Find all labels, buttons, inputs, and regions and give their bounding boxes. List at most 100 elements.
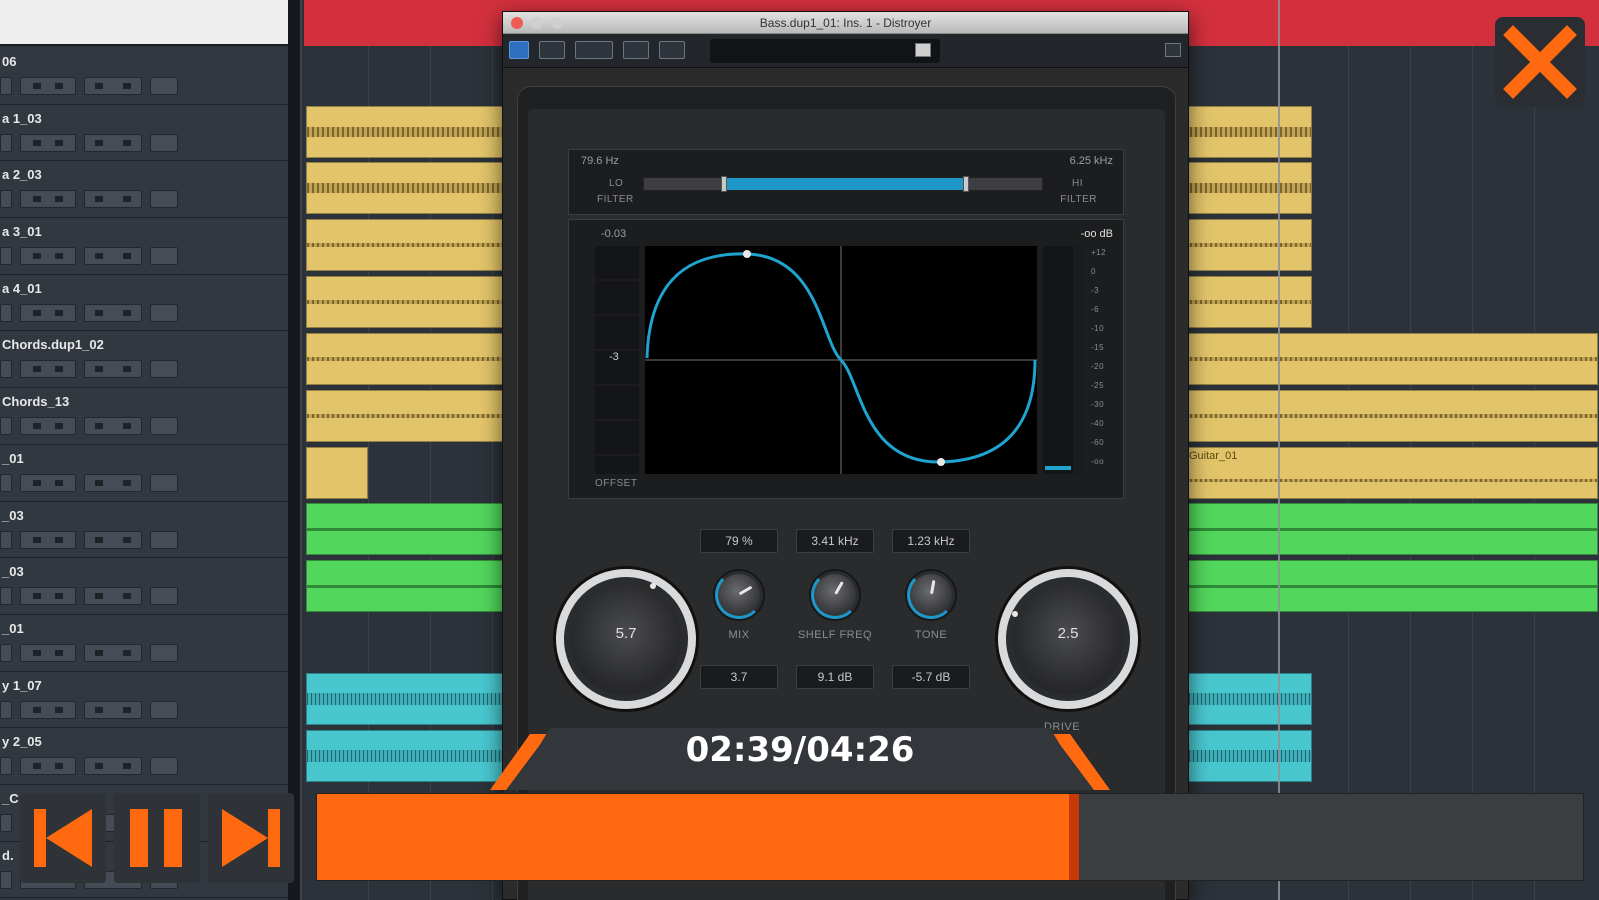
track-read-write-button[interactable] <box>150 360 178 379</box>
plugin-titlebar[interactable]: Bass.dup1_01: Ins. 1 - Distroyer <box>503 12 1188 34</box>
hi-filter-handle[interactable] <box>963 176 970 192</box>
track-row[interactable]: Chords.dup1_02 <box>0 331 288 389</box>
track-edit-button[interactable] <box>0 870 12 889</box>
mute-solo-buttons[interactable] <box>20 247 76 266</box>
audio-clip[interactable] <box>306 447 368 499</box>
record-monitor-buttons[interactable] <box>84 700 142 719</box>
panel-divider[interactable] <box>288 0 302 900</box>
preset-prev-button[interactable] <box>623 41 649 59</box>
track-row[interactable]: _01 <box>0 614 288 672</box>
track-edit-button[interactable] <box>0 530 12 549</box>
mute-solo-buttons[interactable] <box>20 643 76 662</box>
preset-selector[interactable] <box>710 39 940 63</box>
mute-solo-buttons[interactable] <box>20 473 76 492</box>
track-row[interactable]: a 3_01 <box>0 218 288 275</box>
audio-clip[interactable] <box>306 106 506 158</box>
row2-left-readout[interactable]: 3.7 <box>700 665 778 689</box>
track-read-write-button[interactable] <box>150 190 178 209</box>
record-monitor-buttons[interactable] <box>84 247 142 266</box>
audio-clip[interactable] <box>1184 333 1598 385</box>
audio-clip[interactable] <box>306 333 506 385</box>
mute-solo-buttons[interactable] <box>20 77 76 95</box>
track-read-write-button[interactable] <box>150 303 178 322</box>
track-read-write-button[interactable] <box>150 700 178 719</box>
track-row[interactable]: y 2_05 <box>0 728 288 785</box>
track-edit-button[interactable] <box>0 757 12 776</box>
track-read-write-button[interactable] <box>150 133 178 152</box>
track-edit-button[interactable] <box>0 303 12 322</box>
row2-right-readout[interactable]: -5.7 dB <box>892 665 970 689</box>
audio-clip-guitar[interactable]: Guitar_01 <box>1184 447 1598 499</box>
audio-clip[interactable] <box>306 276 506 328</box>
track-edit-button[interactable] <box>0 813 12 832</box>
track-read-write-button[interactable] <box>150 587 178 606</box>
playhead-line[interactable] <box>1278 0 1280 900</box>
audio-clip[interactable] <box>1184 503 1598 555</box>
track-edit-button[interactable] <box>0 473 12 492</box>
record-monitor-buttons[interactable] <box>84 757 142 776</box>
audio-clip[interactable] <box>1184 276 1312 328</box>
audio-clip[interactable] <box>1184 106 1312 158</box>
record-monitor-buttons[interactable] <box>84 303 142 322</box>
track-read-write-button[interactable] <box>150 757 178 776</box>
tone-readout[interactable]: 1.23 kHz <box>892 529 970 553</box>
drive-knob[interactable]: 2.5 <box>998 569 1138 709</box>
audio-clip[interactable] <box>306 560 506 612</box>
progress-bar[interactable] <box>316 793 1584 881</box>
audio-clip[interactable] <box>306 162 506 214</box>
row2-mid-readout[interactable]: 9.1 dB <box>796 665 874 689</box>
audio-clip[interactable] <box>1184 673 1312 725</box>
record-monitor-buttons[interactable] <box>84 587 142 606</box>
preset-menu-icon[interactable] <box>915 43 931 57</box>
track-edit-button[interactable] <box>0 360 12 379</box>
audio-clip[interactable] <box>1184 560 1598 612</box>
shelf-freq-readout[interactable]: 3.41 kHz <box>796 529 874 553</box>
track-row[interactable]: a 4_01 <box>0 274 288 332</box>
track-edit-button[interactable] <box>0 77 12 95</box>
mute-solo-buttons[interactable] <box>20 530 76 549</box>
track-read-write-button[interactable] <box>150 417 178 436</box>
read-automation-button[interactable] <box>539 41 565 59</box>
filter-range-slider[interactable] <box>643 176 1043 192</box>
track-edit-button[interactable] <box>0 417 12 436</box>
audio-clip[interactable] <box>306 219 506 271</box>
record-monitor-buttons[interactable] <box>84 133 142 152</box>
record-monitor-buttons[interactable] <box>84 530 142 549</box>
record-monitor-buttons[interactable] <box>84 643 142 662</box>
track-row[interactable]: _03 <box>0 501 288 559</box>
track-read-write-button[interactable] <box>150 530 178 549</box>
track-row[interactable]: Chords_13 <box>0 388 288 445</box>
mix-knob[interactable] <box>715 571 763 619</box>
track-edit-button[interactable] <box>0 133 12 152</box>
shelf-freq-knob[interactable] <box>811 571 859 619</box>
audio-clip[interactable] <box>1184 162 1312 214</box>
track-read-write-button[interactable] <box>150 643 178 662</box>
plugin-menu-icon[interactable] <box>1165 43 1181 57</box>
mute-solo-buttons[interactable] <box>20 190 76 209</box>
track-edit-button[interactable] <box>0 643 12 662</box>
track-row[interactable]: y 1_07 <box>0 671 288 729</box>
mute-solo-buttons[interactable] <box>20 417 76 436</box>
mute-solo-buttons[interactable] <box>20 757 76 776</box>
audio-clip[interactable] <box>306 673 506 725</box>
track-search-bar[interactable] <box>0 0 288 46</box>
track-row[interactable]: a 1_03 <box>0 104 288 162</box>
track-row[interactable]: a 2_03 <box>0 161 288 219</box>
power-button[interactable] <box>509 41 529 59</box>
track-edit-button[interactable] <box>0 587 12 606</box>
mix-readout[interactable]: 79 % <box>700 529 778 553</box>
compare-button[interactable] <box>575 41 613 59</box>
curve-graph[interactable]: -3 <box>569 220 1125 500</box>
mute-solo-buttons[interactable] <box>20 133 76 152</box>
record-monitor-buttons[interactable] <box>84 77 142 95</box>
previous-button[interactable] <box>20 793 106 883</box>
preset-next-button[interactable] <box>659 41 685 59</box>
mute-solo-buttons[interactable] <box>20 360 76 379</box>
record-monitor-buttons[interactable] <box>84 473 142 492</box>
mute-solo-buttons[interactable] <box>20 303 76 322</box>
record-monitor-buttons[interactable] <box>84 190 142 209</box>
track-row[interactable]: _03 <box>0 558 288 615</box>
track-edit-button[interactable] <box>0 247 12 266</box>
mute-solo-buttons[interactable] <box>20 700 76 719</box>
next-button[interactable] <box>208 793 294 883</box>
